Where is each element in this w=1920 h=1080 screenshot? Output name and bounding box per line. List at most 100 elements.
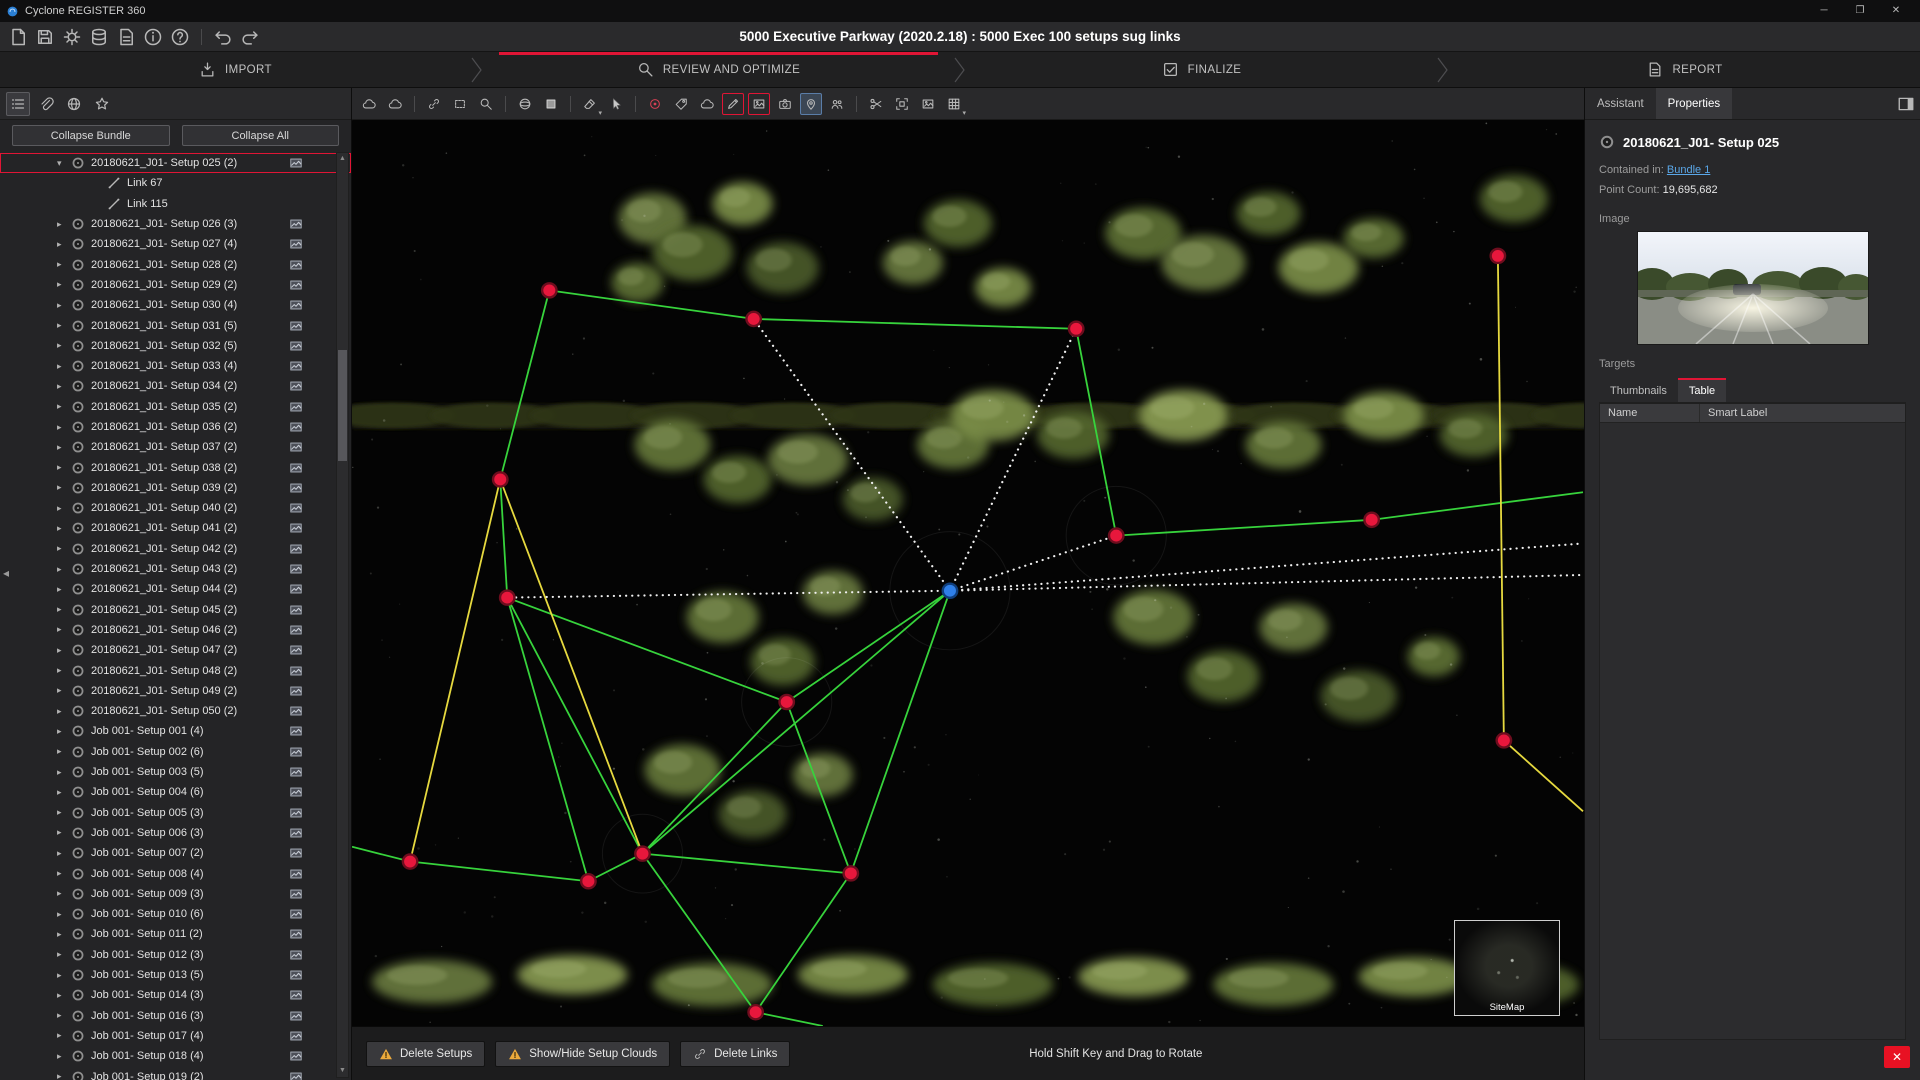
setup-thumbnail-icon[interactable]: [288, 1029, 304, 1043]
tree-item-setup[interactable]: ▸20180621_J01- Setup 027 (4): [0, 234, 351, 254]
tree-scrollbar[interactable]: ▲ ▼: [336, 152, 349, 1078]
expand-caret-icon[interactable]: ▸: [57, 584, 71, 595]
setup-node[interactable]: [1491, 249, 1505, 263]
expand-caret-icon[interactable]: ▸: [57, 868, 71, 879]
expand-caret-icon[interactable]: ▸: [57, 279, 71, 290]
expand-caret-icon[interactable]: ▸: [57, 909, 71, 920]
setup-node[interactable]: [493, 472, 507, 486]
panel-layout-icon[interactable]: [1896, 95, 1916, 113]
expand-caret-icon[interactable]: ▸: [57, 340, 71, 351]
expand-caret-icon[interactable]: ▸: [57, 482, 71, 493]
workflow-step-review-and-optimize[interactable]: REVIEW AND OPTIMIZE: [483, 52, 954, 87]
tree-item-setup[interactable]: ▸20180621_J01- Setup 050 (2): [0, 701, 351, 721]
expand-caret-icon[interactable]: ▸: [57, 259, 71, 270]
tree-item-setup[interactable]: ▸Job 001- Setup 014 (3): [0, 985, 351, 1005]
expand-caret-icon[interactable]: ▸: [57, 807, 71, 818]
setup-node[interactable]: [1069, 322, 1083, 336]
explode-bundle-icon[interactable]: [384, 93, 406, 115]
setup-thumbnail-icon[interactable]: [288, 643, 304, 657]
setup-thumbnail-icon[interactable]: [288, 319, 304, 333]
setup-node[interactable]: [635, 847, 649, 861]
setup-node[interactable]: [748, 1005, 762, 1019]
report-doc-icon[interactable]: [116, 27, 136, 47]
setup-thumbnail-icon[interactable]: [288, 948, 304, 962]
tree-item-setup[interactable]: ▸20180621_J01- Setup 033 (4): [0, 356, 351, 376]
expand-caret-icon[interactable]: ▸: [57, 381, 71, 392]
tree-item-setup[interactable]: ▸Job 001- Setup 002 (6): [0, 742, 351, 762]
setup-thumbnail-icon[interactable]: [288, 603, 304, 617]
fit-view-icon[interactable]: [891, 93, 913, 115]
tree-item-setup[interactable]: ▾20180621_J01- Setup 025 (2): [0, 153, 351, 173]
setup-thumbnail-icon[interactable]: [288, 298, 304, 312]
setup-thumbnail-icon[interactable]: [288, 501, 304, 515]
setup-node[interactable]: [779, 695, 793, 709]
tree-item-setup[interactable]: ▸20180621_J01- Setup 042 (2): [0, 539, 351, 559]
expand-caret-icon[interactable]: ▸: [57, 462, 71, 473]
tree-item-setup[interactable]: ▸20180621_J01- Setup 043 (2): [0, 559, 351, 579]
setup-thumbnail-icon[interactable]: [288, 481, 304, 495]
expand-caret-icon[interactable]: ▸: [57, 645, 71, 656]
setup-thumbnail-icon[interactable]: [288, 339, 304, 353]
expand-caret-icon[interactable]: ▸: [57, 564, 71, 575]
tree-item-setup[interactable]: ▸20180621_J01- Setup 037 (2): [0, 437, 351, 457]
tree-item-setup[interactable]: ▸20180621_J01- Setup 040 (2): [0, 498, 351, 518]
favorites-view-icon[interactable]: [90, 92, 114, 116]
workflow-step-report[interactable]: REPORT: [1449, 52, 1920, 87]
setup-thumbnail-icon[interactable]: [288, 1049, 304, 1063]
setup-thumbnail-icon[interactable]: [288, 278, 304, 292]
link-tool-icon[interactable]: [423, 93, 445, 115]
info-icon[interactable]: [143, 27, 163, 47]
sitemap-canvas[interactable]: SiteMap: [352, 120, 1584, 1026]
tree-item-setup[interactable]: ▸Job 001- Setup 001 (4): [0, 721, 351, 741]
setup-thumbnail-icon[interactable]: [288, 237, 304, 251]
setup-thumbnail-icon[interactable]: [288, 461, 304, 475]
tree-item-setup[interactable]: ▸20180621_J01- Setup 034 (2): [0, 376, 351, 396]
settings-icon[interactable]: [62, 27, 82, 47]
expand-caret-icon[interactable]: ▸: [57, 767, 71, 778]
tree-item-link[interactable]: Link 115: [0, 194, 351, 214]
setup-thumbnail-icon[interactable]: [288, 724, 304, 738]
tree-item-setup[interactable]: ▸20180621_J01- Setup 039 (2): [0, 478, 351, 498]
expand-caret-icon[interactable]: ▸: [57, 401, 71, 412]
expand-caret-icon[interactable]: ▸: [57, 1051, 71, 1062]
project-explorer-icon[interactable]: [6, 92, 30, 116]
maximize-button[interactable]: ❐: [1842, 0, 1878, 22]
tree-item-setup[interactable]: ▸20180621_J01- Setup 028 (2): [0, 254, 351, 274]
expand-caret-icon[interactable]: ▸: [57, 706, 71, 717]
setup-thumbnail-icon[interactable]: [288, 988, 304, 1002]
pointer-tool-icon[interactable]: [605, 93, 627, 115]
expand-caret-icon[interactable]: ▾: [57, 158, 71, 169]
setup-thumbnail-icon[interactable]: [288, 704, 304, 718]
tree-item-setup[interactable]: ▸20180621_J01- Setup 041 (2): [0, 518, 351, 538]
tree-item-setup[interactable]: ▸20180621_J01- Setup 035 (2): [0, 397, 351, 417]
collapse-left-panel-arrow[interactable]: ◂: [0, 566, 12, 580]
setup-thumbnail-icon[interactable]: [288, 867, 304, 881]
tree-item-setup[interactable]: ▸Job 001- Setup 018 (4): [0, 1046, 351, 1066]
tree-item-setup[interactable]: ▸Job 001- Setup 007 (2): [0, 843, 351, 863]
undo-icon[interactable]: [213, 27, 233, 47]
tree-item-setup[interactable]: ▸Job 001- Setup 016 (3): [0, 1005, 351, 1025]
setup-thumbnail-icon[interactable]: [288, 887, 304, 901]
setup-node[interactable]: [844, 866, 858, 880]
tree-item-setup[interactable]: ▸Job 001- Setup 011 (2): [0, 924, 351, 944]
setup-thumbnail-icon[interactable]: [288, 156, 304, 170]
tree-item-setup[interactable]: ▸20180621_J01- Setup 038 (2): [0, 457, 351, 477]
expand-caret-icon[interactable]: ▸: [57, 949, 71, 960]
setup-thumbnail-icon[interactable]: [288, 806, 304, 820]
thumbnail-view-icon[interactable]: [917, 93, 939, 115]
tree-item-setup[interactable]: ▸20180621_J01- Setup 036 (2): [0, 417, 351, 437]
tree-item-setup[interactable]: ▸20180621_J01- Setup 030 (4): [0, 295, 351, 315]
setup-thumbnail-icon[interactable]: [288, 400, 304, 414]
expand-caret-icon[interactable]: ▸: [57, 848, 71, 859]
setup-thumbnail-icon[interactable]: [288, 765, 304, 779]
setup-thumbnail-icon[interactable]: [288, 785, 304, 799]
save-project-icon[interactable]: [35, 27, 55, 47]
map-view-icon[interactable]: [62, 92, 86, 116]
bundle-link[interactable]: Bundle 1: [1667, 164, 1710, 176]
setup-thumbnail-icon[interactable]: [288, 258, 304, 272]
close-button[interactable]: ✕: [1878, 0, 1914, 22]
tree-item-setup[interactable]: ▸Job 001- Setup 010 (6): [0, 904, 351, 924]
tab-thumbnails[interactable]: Thumbnails: [1599, 378, 1678, 402]
storage-icon[interactable]: [89, 27, 109, 47]
expand-caret-icon[interactable]: ▸: [57, 219, 71, 230]
